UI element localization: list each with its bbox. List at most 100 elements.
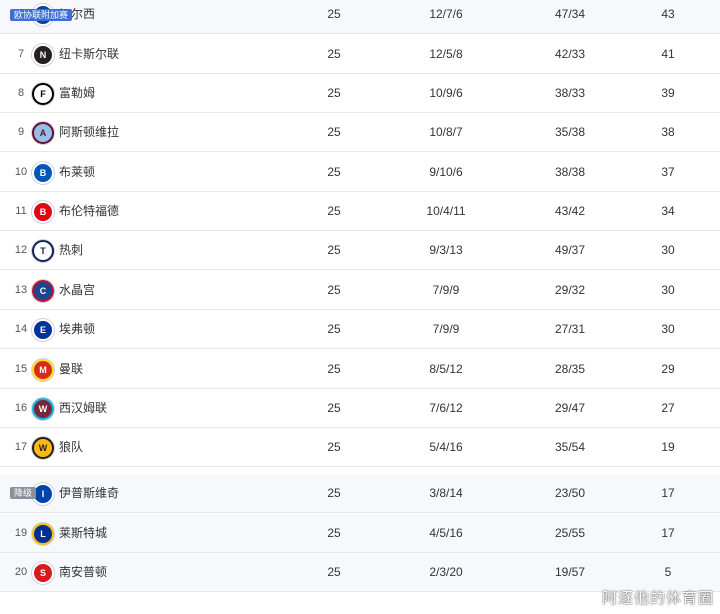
fulham-crest-icon: F [32, 83, 54, 105]
table-row[interactable]: 18伊普斯维奇253/8/1423/5017I [0, 474, 720, 513]
west-ham-crest-icon: W [32, 398, 54, 420]
goals-cell: 29/32 [554, 283, 586, 297]
goals-cell: 35/54 [554, 440, 586, 454]
win-draw-loss-cell: 12/5/8 [429, 47, 463, 61]
goals-cell: 35/38 [554, 125, 586, 139]
team-name[interactable]: 切尔西 [59, 0, 179, 34]
man-united-crest-icon: M [32, 359, 54, 381]
played-cell: 25 [327, 401, 341, 415]
goals-cell: 25/55 [554, 526, 586, 540]
points-cell: 29 [661, 362, 675, 376]
team-name[interactable]: 热刺 [59, 231, 179, 270]
played-cell: 25 [327, 204, 341, 218]
goals-cell: 28/35 [554, 362, 586, 376]
win-draw-loss-cell: 7/6/12 [429, 401, 463, 415]
team-name[interactable]: 阿斯顿维拉 [59, 113, 179, 152]
rank-cell: 7 [17, 48, 25, 60]
rank-cell: 11 [15, 205, 27, 217]
table-row[interactable]: 19 莱斯特城 25 4/5/16 25/55 17 L [0, 514, 720, 553]
aston-villa-crest-icon: A [32, 122, 54, 144]
rank-cell: 16 [14, 402, 28, 414]
table-row[interactable]: 7 纽卡斯尔联 25 12/5/8 42/33 41 N [0, 35, 720, 74]
played-cell: 25 [327, 440, 341, 454]
table-row[interactable]: 11 布伦特福德 25 10/4/11 43/42 34 B [0, 192, 720, 231]
points-cell: 43 [661, 7, 675, 21]
rank-cell: 10 [14, 166, 28, 178]
table-row[interactable]: 16 西汉姆联 25 7/6/12 29/47 27 W [0, 389, 720, 428]
win-draw-loss-cell: 10/8/7 [429, 125, 463, 139]
table-row[interactable]: 14 埃弗顿 25 7/9/9 27/31 30 E [0, 310, 720, 349]
newcastle-crest-icon: N [32, 44, 54, 66]
played-cell: 25 [327, 125, 341, 139]
win-draw-loss-cell: 9/3/13 [429, 243, 463, 257]
table-row[interactable]: 17 狼队 25 5/4/16 35/54 19 W [0, 428, 720, 467]
table-row[interactable]: 15 曼联 25 8/5/12 28/35 29 M [0, 350, 720, 389]
team-name[interactable]: 纽卡斯尔联 [59, 35, 179, 74]
points-cell: 17 [661, 526, 675, 540]
points-cell: 19 [661, 440, 675, 454]
team-name[interactable]: 西汉姆联 [59, 389, 179, 428]
table-row[interactable]: 10 布莱顿 25 9/10/6 38/38 37 B [0, 153, 720, 192]
team-name[interactable]: 狼队 [59, 428, 179, 467]
table-row[interactable]: 9 阿斯顿维拉 25 10/8/7 35/38 38 A [0, 113, 720, 152]
relegation-tag: 降级 [10, 487, 37, 499]
points-cell: 37 [661, 165, 675, 179]
team-name[interactable]: 曼联 [59, 350, 179, 389]
points-cell: 34 [661, 204, 675, 218]
goals-cell: 47/34 [554, 7, 586, 21]
crystal-palace-crest-icon: C [32, 280, 54, 302]
played-cell: 25 [327, 7, 341, 21]
win-draw-loss-cell: 12/7/6 [429, 7, 463, 21]
rank-cell: 20 [14, 566, 28, 578]
rank-cell: 14 [14, 323, 28, 335]
team-name[interactable]: 水晶宫 [59, 271, 179, 310]
played-cell: 25 [327, 486, 341, 500]
points-cell: 38 [661, 125, 675, 139]
points-cell: 30 [661, 283, 675, 297]
leicester-crest-icon: L [32, 523, 54, 545]
played-cell: 25 [327, 47, 341, 61]
table-row[interactable]: 13 水晶宫 25 7/9/9 29/32 30 C [0, 271, 720, 310]
win-draw-loss-cell: 10/9/6 [429, 86, 463, 100]
points-cell: 30 [661, 322, 675, 336]
brighton-crest-icon: B [32, 162, 54, 184]
goals-cell: 27/31 [554, 322, 586, 336]
rank-cell: 9 [17, 126, 25, 138]
team-name[interactable]: 埃弗顿 [59, 310, 179, 349]
everton-crest-icon: E [32, 319, 54, 341]
team-name[interactable]: 莱斯特城 [59, 514, 179, 553]
win-draw-loss-cell: 9/10/6 [429, 165, 463, 179]
team-name[interactable]: 南安普顿 [59, 553, 179, 592]
goals-cell: 19/57 [554, 565, 586, 579]
team-name[interactable]: 伊普斯维奇 [59, 474, 179, 513]
win-draw-loss-cell: 3/8/14 [429, 486, 463, 500]
tottenham-crest-icon: T [32, 240, 54, 262]
goals-cell: 38/33 [554, 86, 586, 100]
team-name[interactable]: 布伦特福德 [59, 192, 179, 231]
points-cell: 30 [661, 243, 675, 257]
win-draw-loss-cell: 7/9/9 [432, 283, 460, 297]
table-row[interactable]: 8 富勒姆 25 10/9/6 38/33 39 F [0, 74, 720, 113]
brentford-crest-icon: B [32, 201, 54, 223]
win-draw-loss-cell: 4/5/16 [429, 526, 463, 540]
table-row[interactable]: 6切尔西2512/7/647/3443C [0, 0, 720, 34]
played-cell: 25 [327, 243, 341, 257]
win-draw-loss-cell: 2/3/20 [429, 565, 463, 579]
goals-cell: 23/50 [554, 486, 586, 500]
win-draw-loss-cell: 8/5/12 [429, 362, 463, 376]
team-name[interactable]: 布莱顿 [59, 153, 179, 192]
rank-cell: 8 [17, 87, 25, 99]
played-cell: 25 [327, 86, 341, 100]
rank-cell: 19 [14, 527, 28, 539]
team-name[interactable]: 富勒姆 [59, 74, 179, 113]
table-row[interactable]: 12 热刺 25 9/3/13 49/37 30 T [0, 231, 720, 270]
goals-cell: 49/37 [554, 243, 586, 257]
points-cell: 27 [661, 401, 675, 415]
europa-playoff-tag: 欧协联附加赛 [10, 9, 73, 21]
points-cell: 17 [661, 486, 675, 500]
wolves-crest-icon: W [32, 437, 54, 459]
rank-cell: 13 [14, 284, 28, 296]
goals-cell: 43/42 [554, 204, 586, 218]
points-cell: 41 [661, 47, 675, 61]
rank-cell: 17 [14, 441, 28, 453]
